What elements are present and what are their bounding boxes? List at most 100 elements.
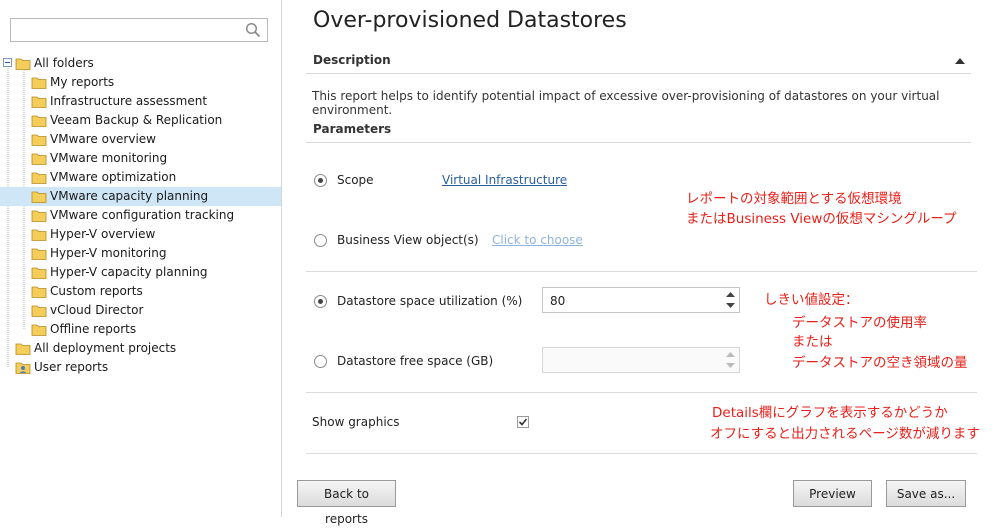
annotation-threshold-line4: データストアの空き領域の量 [792,355,968,371]
spin-down-arrow-icon[interactable] [723,300,738,311]
folder-icon [31,172,47,184]
tree-item-hyperv-capacity-planning[interactable]: Hyper-V capacity planning [0,263,281,282]
tree-item-offline-reports[interactable]: Offline reports [0,320,281,339]
spin-down-arrow-icon[interactable] [723,360,738,371]
business-view-choose-link[interactable]: Click to choose [492,233,583,247]
tree-item-label: VMware optimization [50,170,177,184]
search-icon[interactable] [245,22,261,38]
tree-item-hyperv-monitoring[interactable]: Hyper-V monitoring [0,244,281,263]
sidebar: All folders My reports Infrastructure as… [0,0,282,517]
folder-icon [31,324,47,336]
divider [306,392,977,393]
space-utilization-radio[interactable] [314,295,327,308]
tree-item-label: Hyper-V monitoring [50,246,167,260]
tree-item-vmware-monitoring[interactable]: VMware monitoring [0,149,281,168]
tree-item-label: Veeam Backup & Replication [50,113,223,127]
folder-tree: All folders My reports Infrastructure as… [0,54,281,377]
tree-item-all-deployment-projects[interactable]: All deployment projects [0,339,281,358]
collapse-minus-icon[interactable] [3,58,12,67]
tree-item-label: My reports [50,75,115,89]
space-utilization-input[interactable] [548,291,712,311]
free-space-spinner[interactable] [542,347,740,373]
annotation-scope-line1: レポートの対象範囲とする仮想環境 [686,191,902,207]
back-to-reports-button[interactable]: Back to reports [297,480,396,526]
tree-item-label: VMware configuration tracking [50,208,235,222]
tree-item-label: VMware monitoring [50,151,168,165]
tree-item-veeam-backup[interactable]: Veeam Backup & Replication [0,111,281,130]
tree-item-label: Hyper-V overview [50,227,156,241]
parameters-section-header: Parameters [306,118,971,143]
scope-radio[interactable] [314,174,327,187]
checkmark-icon [518,418,528,426]
preview-button[interactable]: Preview [793,480,872,507]
tree-item-vmware-configuration-tracking[interactable]: VMware configuration tracking [0,206,281,225]
report-parameters-panel: Over-provisioned Datastores Description … [282,0,995,526]
scope-link[interactable]: Virtual Infrastructure [442,173,567,187]
description-header-label: Description [313,53,391,67]
tree-item-label: VMware overview [50,132,156,146]
divider [306,271,977,272]
tree-item-vmware-optimization[interactable]: VMware optimization [0,168,281,187]
tree-item-label: All folders [34,56,94,70]
space-utilization-spinner[interactable] [542,287,740,313]
collapse-triangle-icon[interactable] [955,57,965,64]
free-space-label: Datastore free space (GB) [337,354,494,368]
folder-icon [31,96,47,108]
free-space-radio[interactable] [314,355,327,368]
folder-icon [31,191,47,203]
search-box[interactable] [10,18,268,42]
annotation-scope-line2: またはBusiness Viewの仮想マシングループ [686,211,957,227]
space-utilization-label: Datastore space utilization (%) [337,294,523,308]
tree-item-label: Custom reports [50,284,143,298]
folder-icon [31,267,47,279]
tree-item-label: vCloud Director [50,303,144,317]
business-view-label: Business View object(s) [337,233,479,247]
spin-up-arrow-icon[interactable] [723,289,738,300]
tree-item-label: VMware capacity planning [50,189,209,203]
spinner-buttons [723,289,738,311]
save-as-button[interactable]: Save as... [886,480,966,507]
show-graphics-label: Show graphics [312,415,400,429]
description-text: This report helps to identify potential … [312,89,940,117]
description-section-header[interactable]: Description [306,49,971,74]
folder-icon [31,286,47,298]
tree-item-custom-reports[interactable]: Custom reports [0,282,281,301]
folder-icon [31,77,47,89]
tree-item-vmware-capacity-planning[interactable]: VMware capacity planning [0,187,281,206]
folder-icon [31,153,47,165]
tree-item-label: Offline reports [50,322,137,336]
user-folder-icon [15,362,31,374]
annotation-threshold-line3: または [792,334,833,350]
tree-item-label: Hyper-V capacity planning [50,265,208,279]
folder-open-icon [15,58,31,70]
page-title: Over-provisioned Datastores [313,8,627,33]
tree-item-my-reports[interactable]: My reports [0,73,281,92]
free-space-input[interactable] [548,351,712,371]
business-view-radio[interactable] [314,234,327,247]
spin-up-arrow-icon[interactable] [723,349,738,360]
folder-icon [31,248,47,260]
tree-item-vcloud-director[interactable]: vCloud Director [0,301,281,320]
folder-icon [31,134,47,146]
divider [306,453,977,454]
folder-icon [31,305,47,317]
tree-item-all-folders[interactable]: All folders [0,54,281,73]
annotation-threshold-line2: データストアの使用率 [792,315,927,331]
tree-item-user-reports[interactable]: User reports [0,358,281,377]
show-graphics-checkbox[interactable] [517,416,529,428]
tree-item-vmware-overview[interactable]: VMware overview [0,130,281,149]
annotation-threshold-line1: しきい値設定： [764,292,859,308]
tree-item-label: Infrastructure assessment [50,94,208,108]
parameters-header-label: Parameters [313,122,392,136]
annotation-graphics-line2: オフにすると出力されるページ数が減ります [710,426,980,442]
tree-item-infrastructure-assessment[interactable]: Infrastructure assessment [0,92,281,111]
search-input[interactable] [15,20,244,42]
folder-icon [31,210,47,222]
folder-icon [15,343,31,355]
folder-icon [31,115,47,127]
tree-item-label: User reports [34,360,109,374]
tree-item-label: All deployment projects [34,341,177,355]
scope-label: Scope [337,173,374,187]
tree-item-hyperv-overview[interactable]: Hyper-V overview [0,225,281,244]
folder-icon [31,229,47,241]
